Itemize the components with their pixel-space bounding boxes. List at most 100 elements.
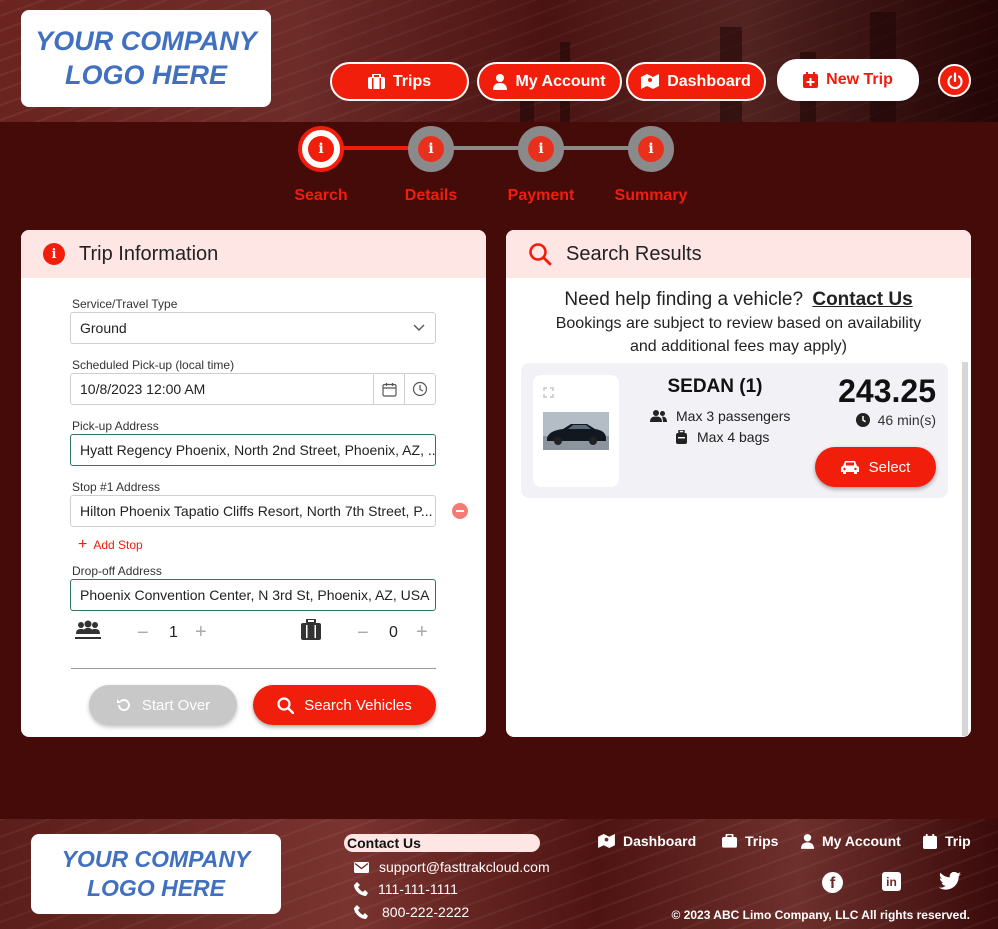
phone-icon [354, 882, 368, 896]
twitter-icon[interactable] [939, 872, 961, 890]
linkedin-icon[interactable]: in [882, 872, 901, 891]
briefcase-icon [367, 74, 385, 89]
power-icon [946, 71, 963, 89]
stop-address-input[interactable]: Hilton Phoenix Tapatio Cliffs Resort, No… [70, 495, 436, 527]
pickup-time-input[interactable]: 10/8/2023 12:00 AM [70, 373, 436, 405]
results-scrollbar[interactable] [962, 362, 968, 736]
footer-phone-2[interactable]: 800-222-2222 [354, 904, 469, 920]
calendar-plus-icon [803, 72, 819, 88]
form-divider [71, 668, 436, 669]
footer-nav-trips-label: Trips [745, 833, 779, 849]
dropoff-address-input[interactable]: Phoenix Convention Center, N 3rd St, Pho… [70, 579, 436, 611]
footer-email-text: support@fasttrakcloud.com [379, 859, 550, 875]
new-trip-button[interactable]: New Trip [777, 59, 919, 101]
stop-address-label: Stop #1 Address [72, 480, 161, 494]
service-type-value: Ground [80, 320, 127, 336]
step-label-summary: Summary [614, 187, 688, 204]
help-text: Need help finding a vehicle? [564, 289, 804, 310]
vehicle-bags: Max 4 bags [676, 429, 769, 445]
trip-information-title: Trip Information [79, 242, 219, 265]
stop-address-value: Hilton Phoenix Tapatio Cliffs Resort, No… [80, 503, 433, 519]
vehicle-duration: 46 min(s) [836, 412, 936, 428]
passengers-icon [75, 620, 101, 639]
logout-button[interactable] [938, 64, 971, 97]
footer-nav-account-label: My Account [822, 833, 901, 849]
step-details[interactable]: i [408, 126, 454, 172]
footer-phone-1[interactable]: 111-111-1111 [354, 881, 458, 897]
clock-button[interactable] [404, 374, 435, 404]
vehicle-passengers-text: Max 3 passengers [676, 408, 791, 424]
step-label-details: Details [404, 187, 458, 204]
service-type-select[interactable]: Ground [70, 312, 436, 344]
add-stop-link[interactable]: + Add Stop [78, 537, 143, 553]
pickup-address-label: Pick-up Address [72, 419, 159, 433]
vehicle-image-box[interactable] [533, 375, 619, 487]
company-logo[interactable]: YOUR COMPANY LOGO HERE [21, 10, 271, 107]
nav-account-button[interactable]: My Account [477, 62, 622, 101]
step-label-payment: Payment [507, 187, 575, 204]
step-label-search: Search [294, 187, 348, 204]
user-icon [493, 73, 508, 90]
remove-stop-button[interactable] [452, 503, 468, 519]
step-connector [452, 146, 524, 150]
logo-line-2: LOGO HERE [64, 59, 227, 90]
footer-nav-account[interactable]: My Account [801, 833, 901, 849]
search-icon [277, 696, 295, 714]
footer-nav-trip[interactable]: Trip [923, 833, 971, 849]
step-summary[interactable]: i [628, 126, 674, 172]
search-results-header: Search Results [506, 230, 971, 278]
passengers-increment[interactable]: + [195, 621, 207, 644]
footer: YOUR COMPANY LOGO HERE Contact Us suppor… [0, 819, 998, 929]
step-payment[interactable]: i [518, 126, 564, 172]
map-icon [598, 834, 615, 848]
footer-contact-title: Contact Us [344, 834, 540, 852]
footer-nav-trip-label: Trip [945, 833, 971, 849]
step-search[interactable]: i [298, 126, 344, 172]
info-icon: i [43, 243, 65, 265]
footer-email[interactable]: support@fasttrakcloud.com [354, 859, 550, 875]
nav-trips-button[interactable]: Trips [330, 62, 469, 101]
vehicle-name: SEDAN (1) [667, 376, 763, 397]
nav-account-label: My Account [515, 72, 606, 90]
footer-nav-trips[interactable]: Trips [722, 833, 778, 849]
logo-line-1: YOUR COMPANY [35, 25, 257, 56]
nav-dashboard-button[interactable]: Dashboard [626, 62, 766, 101]
vehicle-price: 243.25 [838, 373, 936, 409]
undo-icon [116, 699, 130, 712]
briefcase-icon [722, 834, 737, 848]
search-vehicles-button[interactable]: Search Vehicles [253, 685, 436, 725]
calendar-plus-icon [923, 833, 937, 849]
start-over-button[interactable]: Start Over [89, 685, 237, 725]
info-icon: i [308, 136, 334, 162]
passengers-count: 1 [169, 624, 178, 641]
bags-decrement[interactable]: − [357, 622, 369, 645]
footer-nav-dashboard[interactable]: Dashboard [598, 833, 696, 849]
calendar-button[interactable] [373, 374, 404, 404]
facebook-icon[interactable]: f [822, 872, 843, 893]
envelope-icon [354, 861, 369, 873]
info-icon: i [418, 136, 444, 162]
passengers-decrement[interactable]: − [137, 622, 149, 645]
info-icon: i [528, 136, 554, 162]
info-icon: i [638, 136, 664, 162]
bags-increment[interactable]: + [416, 621, 428, 644]
dropoff-address-label: Drop-off Address [72, 564, 162, 578]
select-vehicle-button[interactable]: Select [815, 447, 936, 487]
suitcase-icon [676, 430, 687, 444]
users-icon [650, 410, 667, 422]
chevron-down-icon [413, 324, 425, 331]
footer-nav-dashboard-label: Dashboard [623, 833, 697, 849]
dropoff-address-value: Phoenix Convention Center, N 3rd St, Pho… [80, 587, 430, 603]
vehicle-passengers: Max 3 passengers [650, 408, 790, 424]
map-icon [641, 74, 660, 89]
calendar-icon [381, 382, 397, 397]
trip-information-header: i Trip Information [21, 230, 486, 278]
booking-note-line-2: and additional fees may apply) [629, 338, 848, 355]
pickup-address-input[interactable]: Hyatt Regency Phoenix, North 2nd Street,… [70, 434, 436, 466]
bags-count: 0 [389, 624, 398, 641]
footer-phone-2-text: 800-222-2222 [382, 904, 470, 920]
footer-logo-line-2: LOGO HERE [86, 875, 225, 901]
contact-us-link[interactable]: Contact Us [812, 289, 912, 310]
minus-icon [456, 510, 464, 512]
nav-trips-label: Trips [392, 72, 432, 90]
